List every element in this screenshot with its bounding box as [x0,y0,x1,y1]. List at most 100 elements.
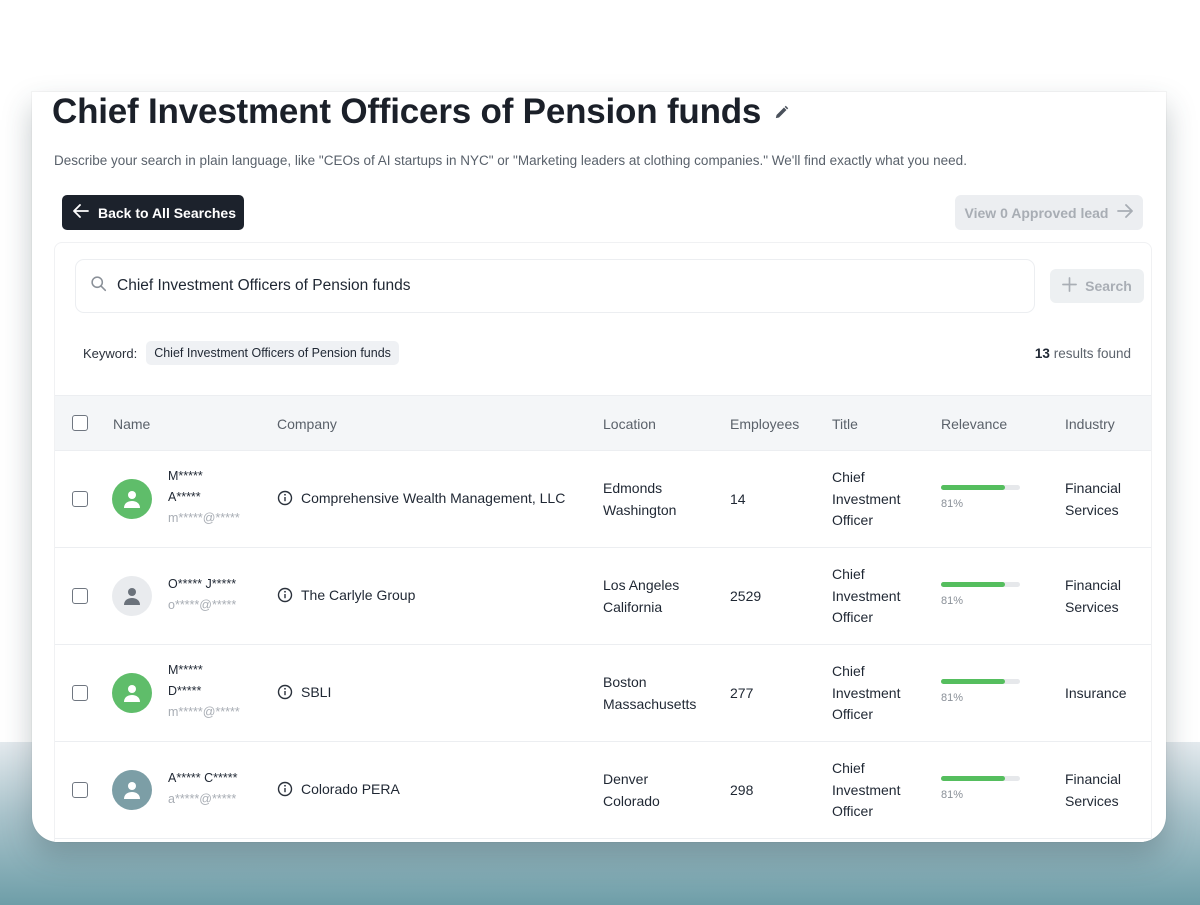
company-cell: Colorado PERA [277,781,400,797]
row-checkbox[interactable] [72,491,88,507]
contact-email: a*****@***** [168,792,237,806]
employees-cell: 2529 [730,588,762,604]
row-checkbox[interactable] [72,685,88,701]
location-cell: Edmonds Washington [603,480,677,518]
info-icon[interactable] [277,684,293,700]
approved-button-label: View 0 Approved lead [964,204,1109,221]
user-icon [124,588,140,605]
relevance-bar [941,582,1020,587]
table-row[interactable]: O***** J***** o*****@***** The Carlyle G… [55,548,1151,645]
relevance-bar-fill [941,776,1005,781]
row-checkbox[interactable] [72,588,88,604]
select-all-checkbox[interactable] [72,415,88,431]
arrow-left-icon [73,204,89,221]
employees-cell: 277 [730,685,754,701]
results-number: 13 [1034,346,1050,361]
search-button-label: Search [1085,278,1132,294]
info-icon[interactable] [277,490,293,506]
avatar [112,673,152,713]
relevance-bar [941,679,1020,684]
contact-name[interactable]: A***** C***** a*****@***** [168,768,237,810]
title-cell: Chief Investment Officer [832,663,901,722]
relevance-bar-fill [941,582,1005,587]
keyword-chip[interactable]: Chief Investment Officers of Pension fun… [146,341,399,365]
relevance-cell: 81% [941,485,1020,510]
search-results-card: Chief Investment Officers of Pension fun… [32,92,1166,842]
industry-cell: Financial Services [1065,771,1122,809]
relevance-bar [941,776,1020,781]
search-input[interactable]: Chief Investment Officers of Pension fun… [75,259,1035,313]
contact-email: o*****@***** [168,598,237,612]
location-cell: Denver Colorado [603,771,660,809]
title-cell: Chief Investment Officer [832,469,901,528]
arrow-right-icon [1117,204,1134,221]
column-header-relevance[interactable]: Relevance [941,416,1007,432]
info-icon[interactable] [277,781,293,797]
pencil-icon[interactable] [773,103,791,121]
company-cell: Comprehensive Wealth Management, LLC [277,490,565,506]
table-header: Name Company Location Employees Title Re… [55,395,1151,451]
avatar [112,770,152,810]
avatar [112,576,152,616]
company-name: Colorado PERA [301,781,400,797]
column-header-employees[interactable]: Employees [730,416,799,432]
table-row[interactable]: A***** C***** a*****@***** Colorado PERA… [55,742,1151,839]
user-icon [124,491,140,508]
search-icon [90,275,107,297]
table-row[interactable]: M***** D***** m*****@***** SBLI Boston M… [55,645,1151,742]
user-icon [124,782,140,799]
employees-cell: 14 [730,491,746,507]
relevance-cell: 81% [941,776,1020,801]
back-button-label: Back to All Searches [98,204,236,221]
relevance-bar-fill [941,485,1005,490]
column-header-company[interactable]: Company [277,416,337,432]
industry-cell: Insurance [1065,685,1127,701]
relevance-percent: 81% [941,692,964,704]
keyword-label: Keyword: [83,345,138,361]
contact-name[interactable]: M***** A***** m*****@***** [168,466,240,529]
company-cell: SBLI [277,684,331,700]
column-header-location[interactable]: Location [603,416,656,432]
relevance-bar [941,485,1020,490]
relevance-percent: 81% [941,789,964,801]
title-cell: Chief Investment Officer [832,566,901,625]
location-cell: Los Angeles California [603,577,680,615]
user-icon [124,685,140,702]
plus-icon [1062,277,1078,295]
company-name: Comprehensive Wealth Management, LLC [301,490,566,506]
results-suffix: results found [1049,346,1131,361]
relevance-percent: 81% [941,498,964,510]
column-header-title[interactable]: Title [832,416,858,432]
keyword-filter: Keyword: Chief Investment Officers of Pe… [83,341,399,365]
industry-cell: Financial Services [1065,480,1122,518]
search-description: Describe your search in plain language, … [54,153,967,168]
employees-cell: 298 [730,782,754,798]
back-to-all-searches-button[interactable]: Back to All Searches [62,195,244,230]
title-cell: Chief Investment Officer [832,760,901,819]
relevance-cell: 81% [941,582,1020,607]
results-count: 13 results found [1035,346,1131,361]
avatar [112,479,152,519]
relevance-percent: 81% [941,595,964,607]
results-panel: Chief Investment Officers of Pension fun… [54,242,1152,842]
relevance-cell: 81% [941,679,1020,704]
company-cell: The Carlyle Group [277,587,415,603]
company-name: The Carlyle Group [301,587,416,603]
column-header-industry[interactable]: Industry [1065,416,1115,432]
search-button[interactable]: Search [1050,269,1144,303]
location-cell: Boston Massachusetts [603,674,697,712]
view-approved-leads-button[interactable]: View 0 Approved lead [955,195,1143,230]
industry-cell: Financial Services [1065,577,1122,615]
row-checkbox[interactable] [72,782,88,798]
company-name: SBLI [301,684,332,700]
contact-email: m*****@***** [168,511,240,525]
search-input-value: Chief Investment Officers of Pension fun… [117,277,411,294]
title-row: Chief Investment Officers of Pension fun… [52,92,791,132]
column-header-name[interactable]: Name [113,416,150,432]
contact-name[interactable]: M***** D***** m*****@***** [168,660,240,723]
page-title: Chief Investment Officers of Pension fun… [52,92,762,131]
contact-name[interactable]: O***** J***** o*****@***** [168,574,236,616]
contact-email: m*****@***** [168,705,240,719]
info-icon[interactable] [277,587,293,603]
table-row[interactable]: M***** A***** m*****@***** Comprehensive… [55,451,1151,548]
